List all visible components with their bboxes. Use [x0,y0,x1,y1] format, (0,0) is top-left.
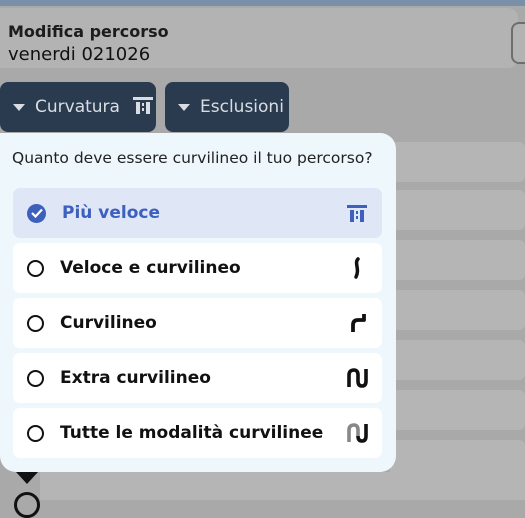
radio-button [27,369,44,387]
route-name[interactable]: venerdi 021026 [8,44,150,65]
curvature-label: Curvatura [35,97,120,117]
curvature-question: Quanto deve essere curvilineo il tuo per… [12,149,373,167]
header-action-button[interactable] [511,22,525,64]
caret-down-icon [13,103,25,111]
option-label: Tutte le modalità curvilinee [60,423,324,443]
background-row [390,390,525,430]
all-curves-icon [346,422,368,444]
option-curvy[interactable]: Curvilineo [13,298,382,348]
curve-icon [346,312,368,334]
radio-button [27,259,44,277]
option-label: Più veloce [62,203,161,223]
highway-icon [132,95,154,120]
radio-button [27,424,44,442]
check-icon [27,203,46,223]
map-pointer-icon [16,472,38,484]
background-row [390,340,525,380]
option-fast-and-curvy[interactable]: Veloce e curvilineo [13,243,382,293]
background-row [390,290,525,330]
route-header: Modifica percorso venerdi 021026 [0,8,518,68]
background-row [390,142,525,182]
exclusions-label: Esclusioni [200,97,284,117]
caret-down-icon [178,103,190,111]
option-all-curvy-modes[interactable]: Tutte le modalità curvilinee [13,408,382,458]
option-label: Veloce e curvilineo [60,258,241,278]
background-row [390,240,525,280]
extra-curve-icon [346,367,368,389]
option-label: Curvilineo [60,313,157,333]
option-extra-curvy[interactable]: Extra curvilineo [13,353,382,403]
option-label: Extra curvilineo [60,368,211,388]
curvature-dropdown[interactable]: Curvatura [0,82,156,132]
radio-button [27,314,44,332]
background-row [40,472,525,500]
top-strip [0,0,525,6]
background-row [390,190,525,230]
option-fastest[interactable]: Più veloce [13,188,382,238]
exclusions-dropdown[interactable]: Esclusioni [165,82,289,132]
location-marker-icon [14,492,40,518]
page-title: Modifica percorso [8,22,169,41]
slight-curve-icon [346,257,368,279]
curvature-popup: Quanto deve essere curvilineo il tuo per… [0,133,396,472]
highway-icon [346,202,368,224]
